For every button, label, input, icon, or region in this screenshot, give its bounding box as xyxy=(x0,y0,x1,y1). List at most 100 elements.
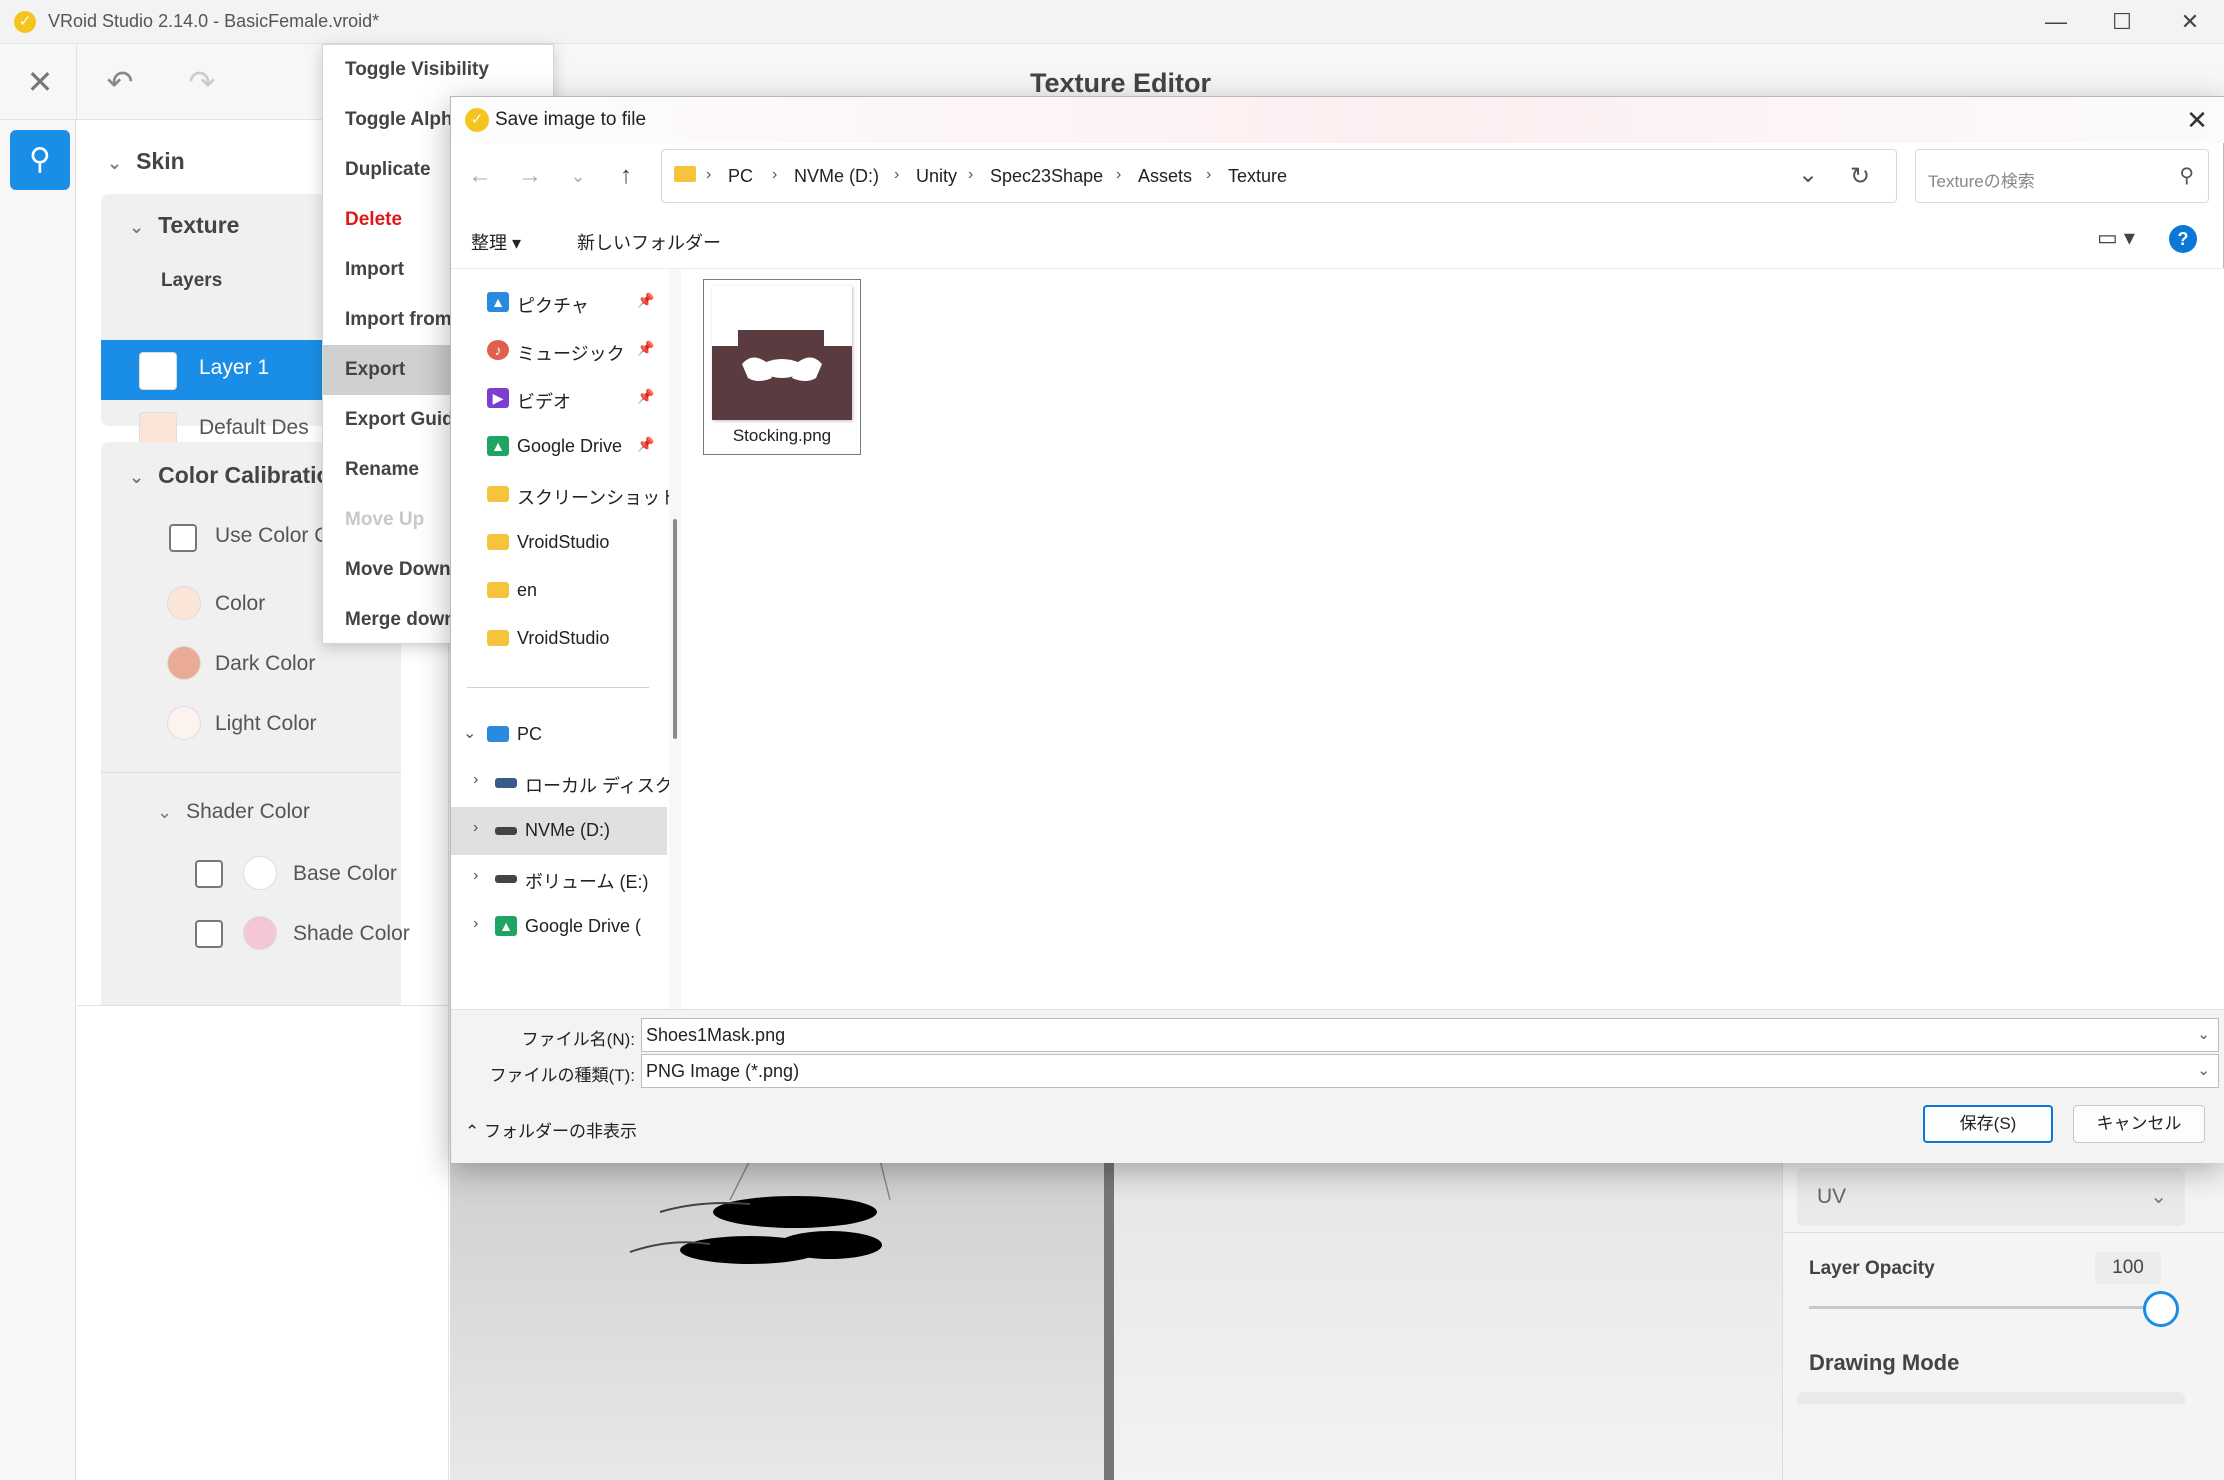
nav-item-google-drive[interactable]: ▲ Google Drive 📌 xyxy=(451,423,667,471)
window-title: VRoid Studio 2.14.0 - BasicFemale.vroid* xyxy=(48,11,380,31)
menu-toggle-visibility[interactable]: Toggle Visibility xyxy=(323,45,555,95)
new-folder-button[interactable]: 新しいフォルダー xyxy=(577,229,721,255)
breadcrumb-pc[interactable]: PC xyxy=(728,166,753,187)
dark-color-swatch[interactable] xyxy=(167,646,201,680)
breadcrumb-nvme[interactable]: NVMe (D:) xyxy=(794,166,879,187)
viewport-divider[interactable] xyxy=(1104,1160,1114,1480)
address-bar[interactable]: › PC › NVMe (D:) › Unity › Spec23Shape ›… xyxy=(661,149,1897,203)
cancel-button[interactable]: キャンセル xyxy=(2073,1105,2205,1143)
up-folder-button[interactable]: ↑ xyxy=(609,159,643,193)
breadcrumb-assets[interactable]: Assets xyxy=(1138,166,1192,187)
nav-item-vroidstudio[interactable]: VroidStudio xyxy=(451,519,667,567)
texture-viewport[interactable] xyxy=(1114,1160,1782,1480)
drawing-mode-control[interactable] xyxy=(1797,1392,2185,1404)
refresh-icon[interactable]: ↻ xyxy=(1850,162,1870,191)
breadcrumb-separator: › xyxy=(1206,166,1212,183)
pictures-icon: ▲ xyxy=(487,292,509,312)
drive-icon xyxy=(495,875,517,883)
color-swatch[interactable] xyxy=(167,586,201,620)
color-label: Color xyxy=(215,592,266,615)
scrollbar-thumb[interactable] xyxy=(673,519,677,739)
chevron-down-icon: ⌄ xyxy=(129,217,145,237)
undo-button[interactable]: ↶ xyxy=(94,56,146,108)
filetype-select[interactable]: PNG Image (*.png) ⌄ xyxy=(641,1054,2219,1088)
nav-label: VroidStudio xyxy=(517,628,610,648)
nav-item-nvme[interactable]: › NVMe (D:) xyxy=(451,807,667,855)
save-button[interactable]: 保存(S) xyxy=(1923,1105,2053,1143)
window-close-button[interactable]: ✕ xyxy=(2172,8,2208,36)
forward-button[interactable]: → xyxy=(513,159,547,193)
breadcrumb-spec23shape[interactable]: Spec23Shape xyxy=(990,166,1103,187)
dialog-close-button[interactable]: ✕ xyxy=(2179,103,2215,137)
search-icon: ⚲ xyxy=(2179,165,2194,187)
back-button[interactable]: ← xyxy=(463,159,497,193)
3d-viewport[interactable] xyxy=(450,1159,1104,1480)
chevron-down-icon[interactable]: ⌄ xyxy=(2197,1055,2210,1087)
chevron-up-icon: ⌃ xyxy=(465,1122,480,1141)
body-edit-icon[interactable]: ⚲ xyxy=(10,130,70,190)
redo-button[interactable]: ↷ xyxy=(176,56,228,108)
nav-label: PC xyxy=(517,724,543,744)
hide-folders-button[interactable]: ⌃ フォルダーの非表示 xyxy=(465,1117,637,1142)
folder-icon xyxy=(487,486,509,502)
chevron-down-icon[interactable]: ⌄ xyxy=(2197,1019,2210,1051)
search-input[interactable]: Textureの検索 ⚲ xyxy=(1915,149,2209,203)
file-item[interactable]: Stocking.png xyxy=(703,279,861,455)
layer-opacity-track[interactable] xyxy=(1809,1306,2161,1309)
use-color-checkbox[interactable] xyxy=(169,524,197,552)
view-options-icon[interactable]: ▭ ▾ xyxy=(2097,225,2135,251)
google-drive-icon: ▲ xyxy=(495,916,517,936)
filetype-label: ファイルの種類(T): xyxy=(489,1066,635,1085)
address-dropdown-icon[interactable]: ⌄ xyxy=(1798,160,1818,189)
nav-item-local-disk[interactable]: › ローカル ディスク xyxy=(451,759,673,807)
texture-section-header[interactable]: ⌄ Texture xyxy=(129,212,239,239)
organize-button[interactable]: 整理 ▾ xyxy=(471,229,521,255)
shader-color-header[interactable]: ⌄ Shader Color xyxy=(157,800,310,824)
nav-label: Google Drive ( xyxy=(525,916,642,936)
light-color-label: Light Color xyxy=(215,712,317,735)
minimize-button[interactable]: — xyxy=(2038,8,2074,36)
light-color-swatch[interactable] xyxy=(167,706,201,740)
recent-locations-button[interactable]: ⌄ xyxy=(561,159,595,193)
layer-properties-panel: UV ⌄ Layer Opacity 100 Drawing Mode xyxy=(1782,1160,2224,1480)
uv-select[interactable]: UV ⌄ xyxy=(1797,1168,2185,1226)
pin-icon: 📌 xyxy=(637,292,655,308)
close-editor-button[interactable]: ✕ xyxy=(14,56,66,108)
layer-opacity-value[interactable]: 100 xyxy=(2095,1252,2161,1284)
texture-label: Texture xyxy=(158,212,240,238)
nav-item-pictures[interactable]: ▲ ピクチャ 📌 xyxy=(451,279,667,327)
model-feet-preview xyxy=(629,1159,891,1264)
filename-input[interactable]: Shoes1Mask.png ⌄ xyxy=(641,1018,2219,1052)
maximize-button[interactable]: ☐ xyxy=(2104,8,2140,36)
chevron-right-icon: › xyxy=(473,867,479,884)
nav-item-music[interactable]: ♪ ミュージック 📌 xyxy=(451,327,667,375)
nav-item-vroidstudio-2[interactable]: VroidStudio xyxy=(451,615,667,663)
layer-opacity-slider[interactable] xyxy=(2143,1291,2179,1327)
file-list-pane[interactable]: Stocking.png xyxy=(683,269,2224,1009)
nav-scrollbar[interactable] xyxy=(669,269,681,1009)
left-rail: ⚲ xyxy=(0,120,76,1480)
base-color-swatch[interactable] xyxy=(243,856,277,890)
skin-label: Skin xyxy=(136,148,185,174)
dialog-titlebar: ✓ Save image to file ✕ xyxy=(451,97,2224,143)
color-calibration-header[interactable]: ⌄ Color Calibratio xyxy=(129,462,331,489)
nav-item-en[interactable]: en xyxy=(451,567,667,615)
nav-label: ビデオ xyxy=(517,392,571,412)
chevron-right-icon: › xyxy=(473,819,479,836)
nav-item-pc[interactable]: ⌄ PC xyxy=(451,711,667,759)
chevron-right-icon: › xyxy=(473,915,479,932)
base-color-label: Base Color xyxy=(293,862,397,885)
shade-color-swatch[interactable] xyxy=(243,916,277,950)
nav-item-volume-e[interactable]: › ボリューム (E:) xyxy=(451,855,667,903)
nav-item-google-drive-2[interactable]: › ▲ Google Drive ( xyxy=(451,903,667,937)
breadcrumb-texture[interactable]: Texture xyxy=(1228,166,1287,187)
breadcrumb-unity[interactable]: Unity xyxy=(916,166,957,187)
nav-item-screenshots[interactable]: スクリーンショット xyxy=(451,471,678,519)
section-divider xyxy=(101,772,401,773)
shade-color-checkbox[interactable] xyxy=(195,920,223,948)
base-color-checkbox[interactable] xyxy=(195,860,223,888)
help-icon[interactable]: ? xyxy=(2169,225,2197,253)
nav-item-videos[interactable]: ▶ ビデオ 📌 xyxy=(451,375,667,423)
save-image-dialog: ✓ Save image to file ✕ ← → ⌄ ↑ › PC › NV… xyxy=(450,96,2224,1163)
skin-section-header[interactable]: ⌄ Skin xyxy=(107,148,185,175)
